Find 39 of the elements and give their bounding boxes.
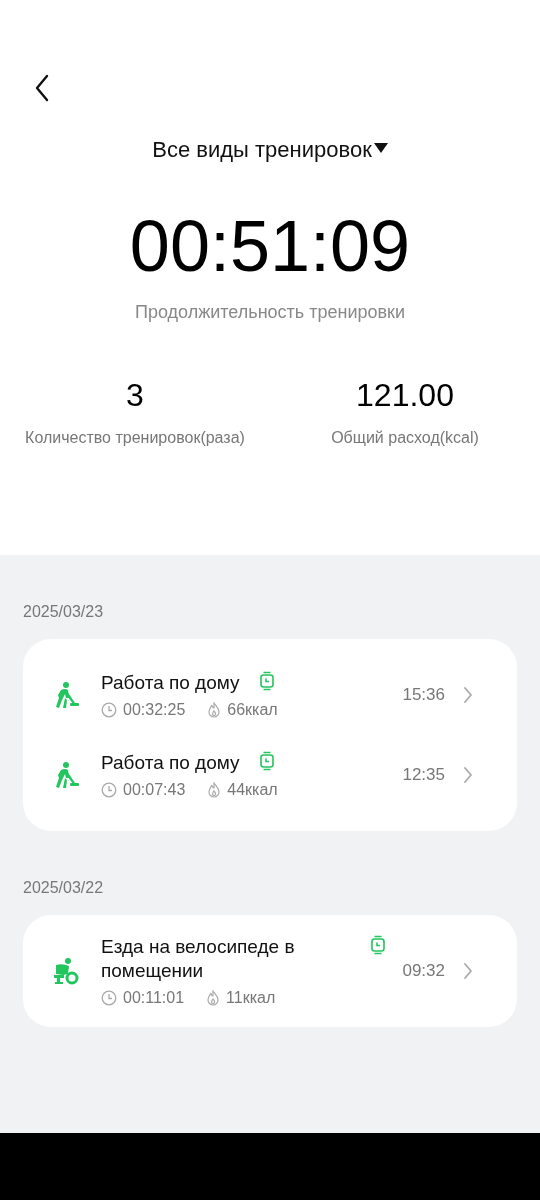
workout-calories: 66ккал	[227, 701, 278, 719]
flame-icon	[206, 990, 221, 1006]
duration-label: Продолжительность тренировки	[134, 302, 406, 323]
workout-row[interactable]: Работа по дому 00:32:25 66ккал 15:36	[23, 655, 517, 735]
clock-icon	[101, 782, 117, 798]
flame-icon	[207, 782, 222, 798]
date-label: 2025/03/23	[23, 603, 105, 621]
chevron-right-icon	[463, 962, 473, 980]
workout-time: 12:35	[402, 765, 445, 785]
clock-icon	[101, 702, 117, 718]
workout-row[interactable]: Работа по дому 00:07:43 44ккал 12:35	[23, 735, 517, 815]
clock-icon	[101, 990, 117, 1006]
back-icon[interactable]	[34, 74, 50, 102]
workout-duration: 00:32:25	[123, 701, 186, 719]
workout-duration: 00:11:01	[123, 989, 185, 1007]
workout-time: 15:36	[402, 685, 445, 705]
workout-name: Работа по дому	[101, 751, 240, 775]
workout-calories: 44ккал	[227, 781, 278, 799]
caret-icon	[373, 143, 388, 153]
watch-icon	[259, 751, 274, 771]
cycling-person-icon	[51, 957, 79, 985]
stat-label: Количество тренировок(раза)	[25, 429, 245, 447]
chevron-right-icon	[463, 686, 473, 704]
workout-name: Работа по дому	[101, 671, 240, 695]
watch-icon	[259, 671, 274, 691]
flame-icon	[207, 702, 222, 718]
workout-row[interactable]: Езда на велосипеде в помещении 00:11:01 11ккал 09:32	[23, 931, 517, 1011]
watch-icon	[371, 935, 385, 955]
workout-calories: 11ккал	[226, 989, 276, 1007]
stat-label: Общий расход(kcal)	[331, 429, 479, 447]
workout-time: 09:32	[402, 961, 445, 981]
date-label: 2025/03/22	[23, 879, 105, 897]
chevron-right-icon	[463, 766, 473, 784]
stat-value: 3	[126, 376, 144, 415]
total-duration: 00:51:09	[128, 205, 412, 288]
stat-value: 121.00	[356, 376, 454, 415]
workout-type-dropdown[interactable]: Все виды тренировок	[152, 130, 388, 170]
workout-name: Езда на велосипеде в помещении	[101, 935, 296, 983]
workout-duration: 00:07:43	[123, 781, 186, 799]
